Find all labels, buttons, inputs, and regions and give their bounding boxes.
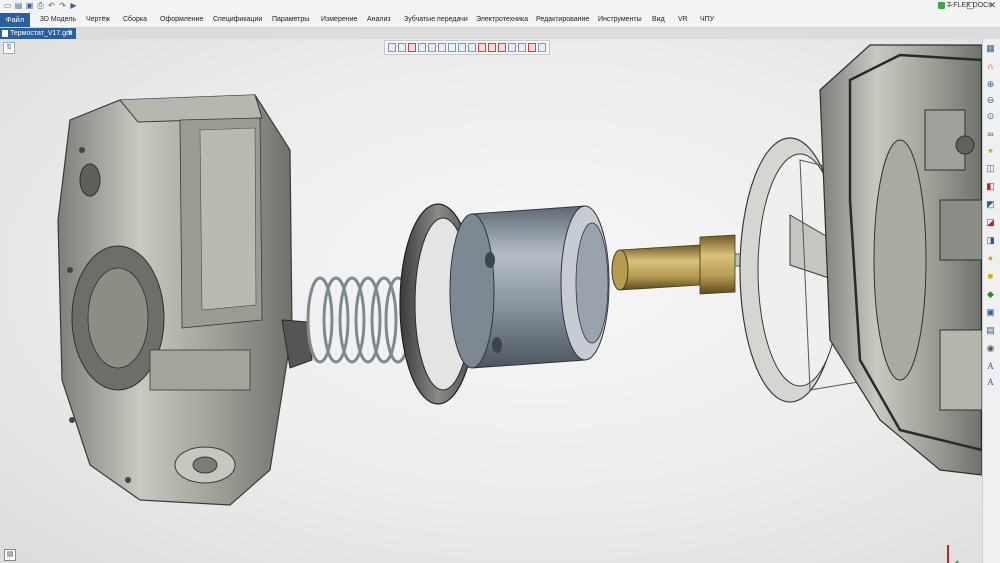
- display-icon[interactable]: ▣: [984, 306, 997, 319]
- menu-measure[interactable]: Измерение: [321, 13, 357, 27]
- select-red-icon[interactable]: [408, 43, 416, 52]
- zoom-fit-icon[interactable]: ⊙: [984, 110, 997, 123]
- menu-file[interactable]: Файл: [0, 13, 30, 27]
- redo-icon[interactable]: ↷: [58, 1, 67, 10]
- text-icon[interactable]: A: [984, 360, 997, 373]
- status-panel-icon[interactable]: ▤: [4, 549, 16, 561]
- menu-assembly[interactable]: Сборка: [123, 13, 147, 27]
- menu-parameters[interactable]: Параметры: [272, 13, 309, 27]
- maximize-button[interactable]: ▢: [966, 0, 975, 11]
- menu-vr[interactable]: VR: [678, 13, 688, 27]
- show-icon[interactable]: [538, 43, 546, 52]
- open-icon[interactable]: ▤: [14, 1, 23, 10]
- filter-icon[interactable]: [388, 43, 396, 52]
- docs-status-icon: [938, 2, 945, 9]
- zoom-out-icon[interactable]: ⊖: [984, 94, 997, 107]
- cube-icon[interactable]: ◩: [984, 198, 997, 211]
- undo-icon[interactable]: ↶: [47, 1, 56, 10]
- close-button[interactable]: ✕: [988, 0, 996, 11]
- title-bar: ▭ ▤ ▣ ⎙ ↶ ↷ ▶ T-FLEX DOCs – ▢ ✕: [0, 0, 1000, 13]
- glasses-icon[interactable]: ∞: [984, 128, 997, 141]
- model-tree-icon[interactable]: ⇅: [3, 42, 15, 54]
- view-icon[interactable]: [518, 43, 526, 52]
- axis-icon[interactable]: [428, 43, 436, 52]
- point-icon[interactable]: [458, 43, 466, 52]
- document-tab-label: Термостат_V17.grb: [10, 30, 73, 37]
- render-icon[interactable]: ◨: [984, 234, 997, 247]
- layers-icon[interactable]: ▤: [984, 324, 997, 337]
- zoom-in-icon[interactable]: ⊕: [984, 78, 997, 91]
- section-red-icon[interactable]: ◧: [984, 180, 997, 193]
- menu-tools[interactable]: Инструменты: [598, 13, 642, 27]
- text-style-icon[interactable]: A: [984, 376, 997, 389]
- outer-housing-part[interactable]: [819, 44, 982, 476]
- magnet-icon[interactable]: ∩: [984, 60, 997, 73]
- spring-part[interactable]: [306, 276, 412, 364]
- view-cube-icon[interactable]: ▦: [984, 42, 997, 55]
- minimize-button[interactable]: –: [947, 0, 952, 11]
- document-tab[interactable]: Термостат_V17.grb ✕: [0, 28, 76, 39]
- hide-icon[interactable]: [528, 43, 536, 52]
- 3d-viewport[interactable]: [0, 39, 982, 563]
- menu-view[interactable]: Вид: [652, 13, 665, 27]
- color-icon[interactable]: ■: [984, 270, 997, 283]
- measure-icon[interactable]: ⌖: [984, 145, 997, 158]
- light-icon[interactable]: ●: [984, 252, 997, 265]
- assembly-icon[interactable]: [498, 43, 506, 52]
- menu-3d-model[interactable]: 3D Модель: [40, 13, 76, 27]
- document-tab-bar: [0, 28, 1000, 39]
- print-icon[interactable]: ⎙: [36, 1, 45, 10]
- save-icon[interactable]: ▣: [25, 1, 34, 10]
- document-icon: [2, 30, 8, 37]
- menu-editing[interactable]: Редактирование: [536, 13, 589, 27]
- menu-specifications[interactable]: Спецификации: [213, 13, 262, 27]
- axis-triad: [947, 545, 959, 563]
- quick-access-toolbar: ▭ ▤ ▣ ⎙ ↶ ↷ ▶: [3, 1, 78, 10]
- view-toolbar: [384, 40, 550, 55]
- edge-icon[interactable]: [468, 43, 476, 52]
- select-icon[interactable]: [398, 43, 406, 52]
- cut-icon[interactable]: ◪: [984, 216, 997, 229]
- run-icon[interactable]: ▶: [69, 1, 78, 10]
- snap-icon[interactable]: [418, 43, 426, 52]
- menu-gears[interactable]: Зубчатые передачи: [404, 13, 468, 27]
- menu-cnc[interactable]: ЧПУ: [700, 13, 714, 27]
- close-tab-icon[interactable]: ✕: [67, 28, 73, 39]
- plane-icon[interactable]: [438, 43, 446, 52]
- new-doc-icon[interactable]: ▭: [3, 1, 12, 10]
- face-icon[interactable]: [478, 43, 486, 52]
- thermostat-body-part[interactable]: [449, 205, 610, 369]
- material-icon[interactable]: ◆: [984, 288, 997, 301]
- housing-part[interactable]: [57, 94, 313, 506]
- section-icon[interactable]: ◫: [984, 162, 997, 175]
- menu-electrical[interactable]: Электротехника: [476, 13, 528, 27]
- fragment-icon[interactable]: [508, 43, 516, 52]
- grid-icon[interactable]: [448, 43, 456, 52]
- window-controls: – ▢ ✕: [947, 0, 996, 11]
- camera-icon[interactable]: ◉: [984, 342, 997, 355]
- menu-formatting[interactable]: Оформление: [160, 13, 203, 27]
- menu-bar: Файл 3D Модель Чертёж Сборка Оформление …: [0, 13, 1000, 36]
- body-icon[interactable]: [488, 43, 496, 52]
- exploded-assembly-model: [57, 44, 982, 506]
- menu-analysis[interactable]: Анализ: [367, 13, 391, 27]
- menu-drawing[interactable]: Чертёж: [86, 13, 110, 27]
